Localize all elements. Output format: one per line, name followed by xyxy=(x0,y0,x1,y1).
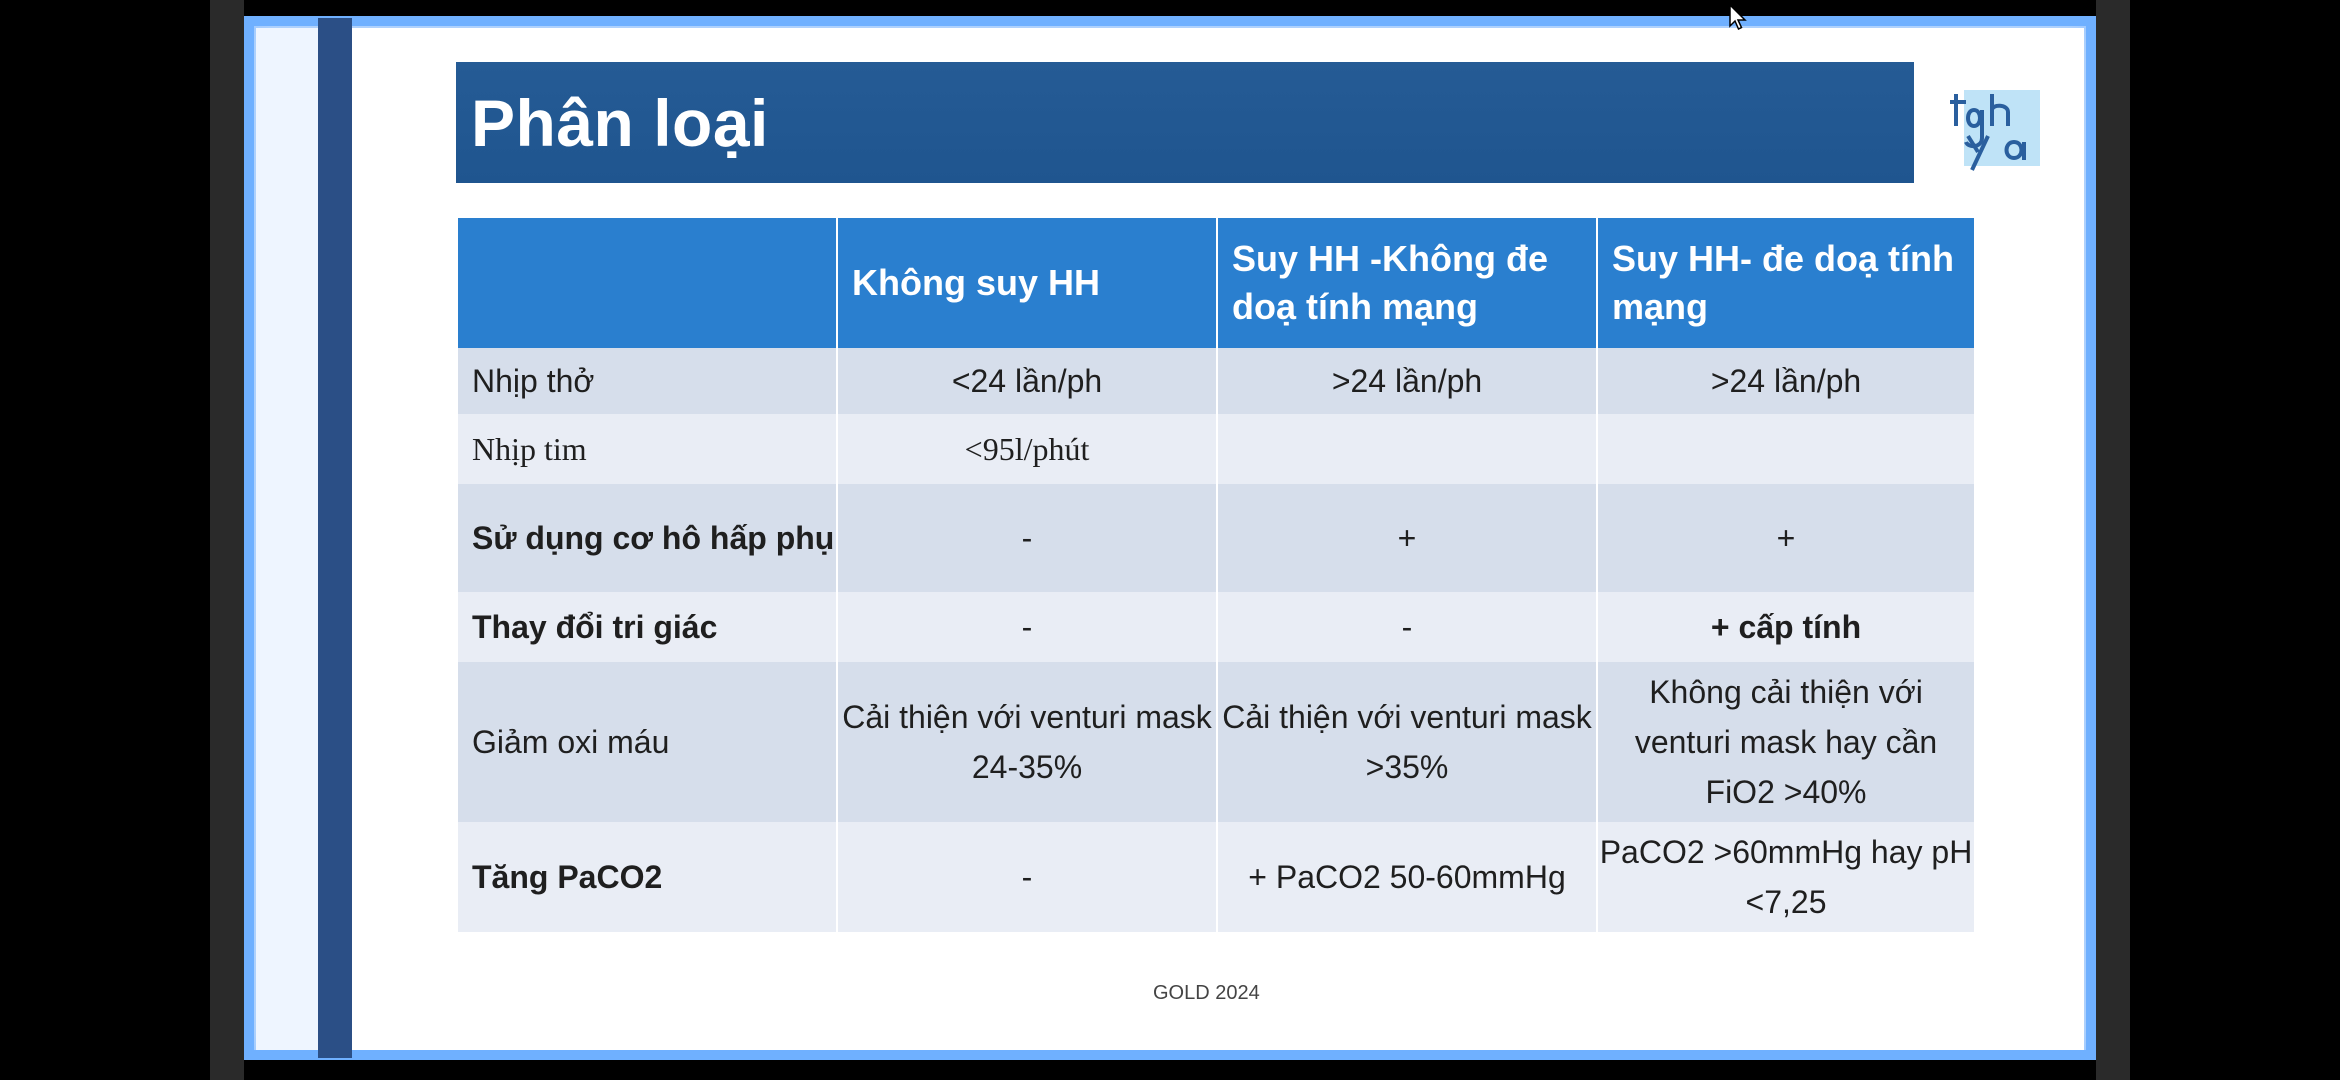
header-no-resp-failure: Không suy HH xyxy=(836,218,1218,348)
row-label: Giảm oxi máu xyxy=(456,662,838,822)
table-cell: PaCO2 >60mmHg hay pH <7,25 xyxy=(1596,822,1976,932)
row-label: Tăng PaCO2 xyxy=(456,822,838,932)
table-row: Sử dụng cơ hô hấp phụ - + + xyxy=(456,484,1976,592)
table-cell xyxy=(1216,414,1598,484)
table-cell: + xyxy=(1216,484,1598,592)
mouse-cursor-icon xyxy=(1729,4,1747,31)
row-label: Thay đổi tri giác xyxy=(456,592,838,662)
table-cell: Cải thiện với venturi mask >35% xyxy=(1216,662,1598,822)
table-cell: <95l/phút xyxy=(836,414,1218,484)
table-cell: <24 lần/ph xyxy=(836,348,1218,414)
row-label: Nhịp tim xyxy=(456,414,838,484)
header-non-life-threatening: Suy HH -Không đe doạ tính mạng xyxy=(1216,218,1598,348)
slide-left-bar xyxy=(318,18,352,1058)
table-cell: + cấp tính xyxy=(1596,592,1976,662)
table-cell: Không cải thiện với venturi mask hay cần… xyxy=(1596,662,1976,822)
window-edge-right xyxy=(2096,0,2130,1080)
table-cell: Cải thiện với venturi mask 24-35% xyxy=(836,662,1218,822)
table-row: Tăng PaCO2 - + PaCO2 50-60mmHg PaCO2 >60… xyxy=(456,822,1976,932)
row-label: Nhịp thở xyxy=(456,348,838,414)
table-row: Nhịp thở <24 lần/ph >24 lần/ph >24 lần/p… xyxy=(456,348,1976,414)
table-cell: - xyxy=(836,592,1218,662)
table-cell xyxy=(1596,414,1976,484)
logo-icon xyxy=(1948,76,2044,174)
classification-table: Không suy HH Suy HH -Không đe doạ tính m… xyxy=(456,218,1976,932)
slide-footer: GOLD 2024 xyxy=(1153,982,1260,1004)
table-cell: >24 lần/ph xyxy=(1596,348,1976,414)
row-label: Sử dụng cơ hô hấp phụ xyxy=(456,484,838,592)
table-cell: - xyxy=(836,484,1218,592)
table-row: Nhịp tim <95l/phút xyxy=(456,414,1976,484)
slide-left-band xyxy=(256,28,318,1050)
window-edge-left xyxy=(210,0,244,1080)
header-life-threatening: Suy HH- đe doạ tính mạng xyxy=(1596,218,1976,348)
table-cell: + PaCO2 50-60mmHg xyxy=(1216,822,1598,932)
table-cell: + xyxy=(1596,484,1976,592)
table-row: Giảm oxi máu Cải thiện với venturi mask … xyxy=(456,662,1976,822)
table-cell: - xyxy=(1216,592,1598,662)
header-empty xyxy=(456,218,838,348)
table-cell: >24 lần/ph xyxy=(1216,348,1598,414)
slide-title: Phân loại xyxy=(471,85,769,160)
table-header-row: Không suy HH Suy HH -Không đe doạ tính m… xyxy=(456,218,1976,348)
table-cell: - xyxy=(836,822,1218,932)
title-bar: Phân loại xyxy=(456,62,1914,183)
table-row: Thay đổi tri giác - - + cấp tính xyxy=(456,592,1976,662)
